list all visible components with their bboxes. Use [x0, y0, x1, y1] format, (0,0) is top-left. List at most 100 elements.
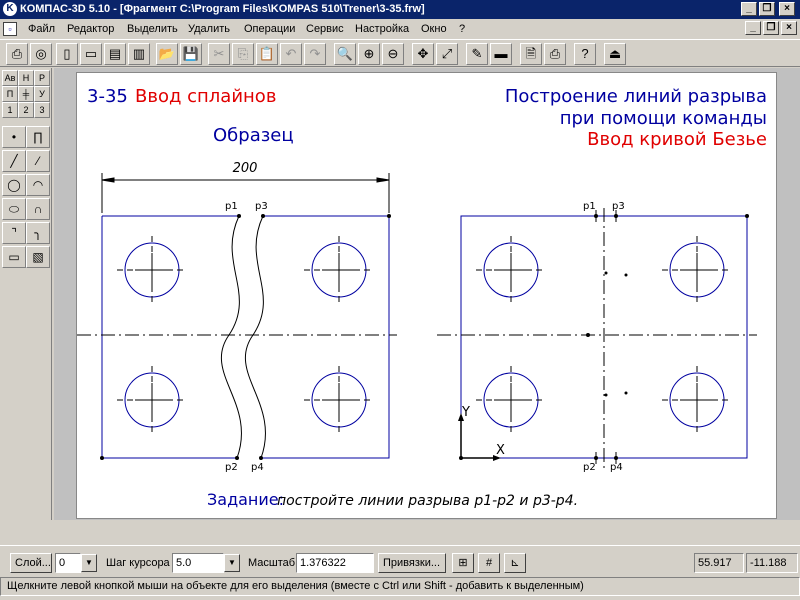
menu-bar: ▫ Файл Редактор Выделить Удалить Операци… [0, 19, 800, 39]
menu-delete[interactable]: Удалить [188, 22, 230, 36]
local-cs-icon[interactable]: ⊾ [504, 553, 526, 573]
bezier-tool-icon[interactable]: ∩ [26, 198, 50, 220]
menu-editor[interactable]: Редактор [67, 22, 114, 36]
minimize-button[interactable]: _ [741, 2, 757, 16]
window-title: КОМПАС-3D 5.10 - [Фрагмент C:\Program Fi… [20, 3, 425, 15]
step-field[interactable]: 5.0 [172, 553, 224, 573]
zoom-in-icon[interactable]: ⊕ [358, 43, 380, 65]
tool-text-button[interactable]: Ав [2, 70, 18, 86]
dimension-200[interactable] [101, 173, 390, 213]
tool-page-1-button[interactable]: 1 [2, 102, 18, 118]
new-fragment-icon[interactable]: ▤ [104, 43, 126, 65]
save-icon[interactable]: 💾 [180, 43, 202, 65]
task-part[interactable] [437, 208, 757, 468]
drawing-svg[interactable]: 3-35 Ввод сплайнов Построение линий разр… [77, 73, 778, 520]
lesson-title: Ввод сплайнов [135, 86, 276, 107]
segment-tool-icon[interactable]: ╱ [2, 150, 26, 172]
sample-label: Образец [213, 125, 294, 146]
task-text: постройте линии разрыва p1-p2 и p3-p4. [277, 493, 578, 509]
tool-roughness-button[interactable]: Р [34, 70, 50, 86]
layers-icon[interactable]: ▬ [490, 43, 512, 65]
help-icon[interactable]: ? [574, 43, 596, 65]
cut-icon[interactable]: ✂ [208, 43, 230, 65]
fillet-tool-icon[interactable]: ╮ [26, 222, 50, 244]
snap-grid-icon[interactable]: ⊞ [452, 553, 474, 573]
menu-help[interactable]: ? [459, 22, 465, 36]
new-model-icon[interactable]: ▥ [128, 43, 150, 65]
document-icon[interactable]: ⎙ [6, 43, 28, 65]
lesson-number: 3-35 [87, 86, 128, 107]
snap-button[interactable]: Привязки... [378, 553, 446, 573]
polyline-tool-icon[interactable]: ⁄ [26, 150, 50, 172]
left-label-p2: p2 [225, 462, 238, 473]
menu-operations[interactable]: Операции [244, 22, 295, 36]
coord-y-field: -11.188 [746, 553, 798, 573]
tool-page-2-button[interactable]: 2 [18, 102, 34, 118]
redo-icon[interactable]: ↷ [304, 43, 326, 65]
copy-icon[interactable]: ⎘ [232, 43, 254, 65]
dimension-value: 200 [233, 161, 258, 176]
new-document-icon[interactable]: ▯ [56, 43, 78, 65]
zoom-out-icon[interactable]: ⊖ [382, 43, 404, 65]
properties-icon[interactable]: ✎ [466, 43, 488, 65]
undo-icon[interactable]: ↶ [280, 43, 302, 65]
hatch-tool-icon[interactable]: ▧ [26, 246, 50, 268]
circle-tool-icon[interactable]: ◯ [2, 174, 26, 196]
doc-minimize-button[interactable]: _ [745, 21, 761, 35]
document-window-icon[interactable]: ▫ [3, 22, 17, 36]
arc-tool-icon[interactable]: ◠ [26, 174, 50, 196]
spline-tool-icon[interactable]: ∏ [26, 126, 50, 148]
close-button[interactable]: × [779, 2, 795, 16]
restore-button[interactable]: ❐ [759, 2, 775, 16]
paste-icon[interactable]: 📋 [256, 43, 278, 65]
tool-page-3-button[interactable]: 3 [34, 102, 50, 118]
ellipse-tool-icon[interactable]: ⬭ [2, 198, 26, 220]
open-folder-icon[interactable]: 📂 [156, 43, 178, 65]
doc-restore-button[interactable]: ❐ [763, 21, 779, 35]
tool-dimension-button[interactable]: Н [18, 70, 34, 86]
rectangle-tool-icon[interactable]: ▭ [2, 246, 26, 268]
right-label-p3: p3 [612, 201, 625, 212]
tool-panel: Ав Н Р П ╪ У 1 2 3 • ∏ ╱ ⁄ ◯ ◠ ⬭ ∩ ⌝ ╮ ▭… [0, 68, 52, 520]
heading-line2: при помощи команды [560, 108, 767, 129]
point-tool-icon[interactable]: • [2, 126, 26, 148]
left-label-p1: p1 [225, 201, 238, 212]
print-icon[interactable]: ⎙ [544, 43, 566, 65]
tool-measure-button[interactable]: ╪ [18, 86, 34, 102]
menu-file[interactable]: Файл [28, 22, 55, 36]
step-dropdown-icon[interactable]: ▼ [224, 554, 240, 572]
title-bar: K КОМПАС-3D 5.10 - [Фрагмент C:\Program … [0, 0, 800, 19]
layer-field[interactable]: 0 [55, 553, 81, 573]
exit-icon[interactable]: ⏏ [604, 43, 626, 65]
drawing-sheet[interactable]: 3-35 Ввод сплайнов Построение линий разр… [76, 72, 777, 519]
kompas-app-icon[interactable]: K [3, 2, 17, 16]
sample-part[interactable] [77, 214, 397, 460]
doc-close-button[interactable]: × [781, 21, 797, 35]
preview-icon[interactable]: ◎ [30, 43, 52, 65]
pan-icon[interactable]: ✥ [412, 43, 434, 65]
left-label-p4: p4 [251, 462, 264, 473]
menu-select[interactable]: Выделить [127, 22, 178, 36]
step-label: Шаг курсора [106, 557, 170, 569]
heading-line1: Построение линий разрыва [505, 86, 767, 107]
menu-settings[interactable]: Настройка [355, 22, 409, 36]
zoom-window-icon[interactable]: 🔍 [334, 43, 356, 65]
menu-window[interactable]: Окно [421, 22, 447, 36]
print-preview-icon[interactable]: 🗎 [520, 43, 542, 65]
axis-y-label: Y [461, 405, 470, 420]
chamfer-tool-icon[interactable]: ⌝ [2, 222, 26, 244]
right-label-p2: p2 [583, 462, 596, 473]
tool-edit-button[interactable]: П [2, 86, 18, 102]
grid-icon[interactable]: # [478, 553, 500, 573]
heading-line3: Ввод кривой Безье [587, 129, 767, 150]
scale-field[interactable]: 1.376322 [296, 553, 374, 573]
layer-button[interactable]: Слой... [10, 553, 52, 573]
main-toolbar: ⎙ ◎ ▯ ▭ ▤ ▥ 📂 💾 ✂ ⎘ 📋 ↶ ↷ 🔍 ⊕ ⊖ ✥ ⤢ ✎ ▬ … [0, 39, 800, 67]
new-sheet-icon[interactable]: ▭ [80, 43, 102, 65]
task-label: Задание: [207, 490, 284, 509]
tool-parametric-button[interactable]: У [34, 86, 50, 102]
layer-dropdown-icon[interactable]: ▼ [81, 554, 97, 572]
zoom-all-icon[interactable]: ⤢ [436, 43, 458, 65]
menu-service[interactable]: Сервис [306, 22, 344, 36]
axis-x-label: X [496, 443, 505, 458]
